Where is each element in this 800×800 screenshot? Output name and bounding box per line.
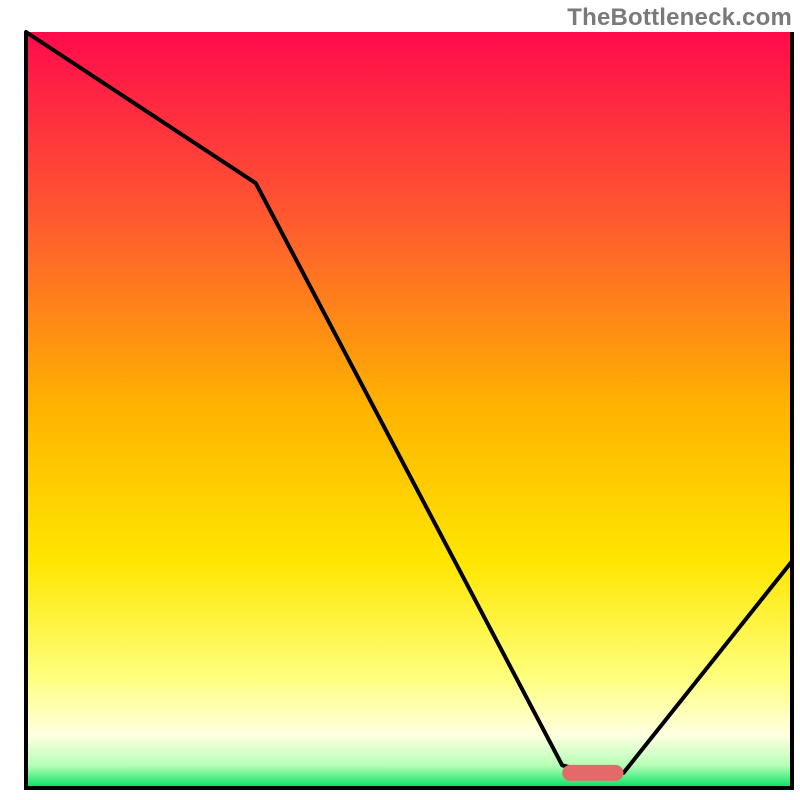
chart-background xyxy=(26,32,792,788)
bottleneck-chart xyxy=(0,0,800,800)
optimal-marker xyxy=(562,765,623,781)
chart-container: TheBottleneck.com xyxy=(0,0,800,800)
watermark-text: TheBottleneck.com xyxy=(567,4,792,32)
